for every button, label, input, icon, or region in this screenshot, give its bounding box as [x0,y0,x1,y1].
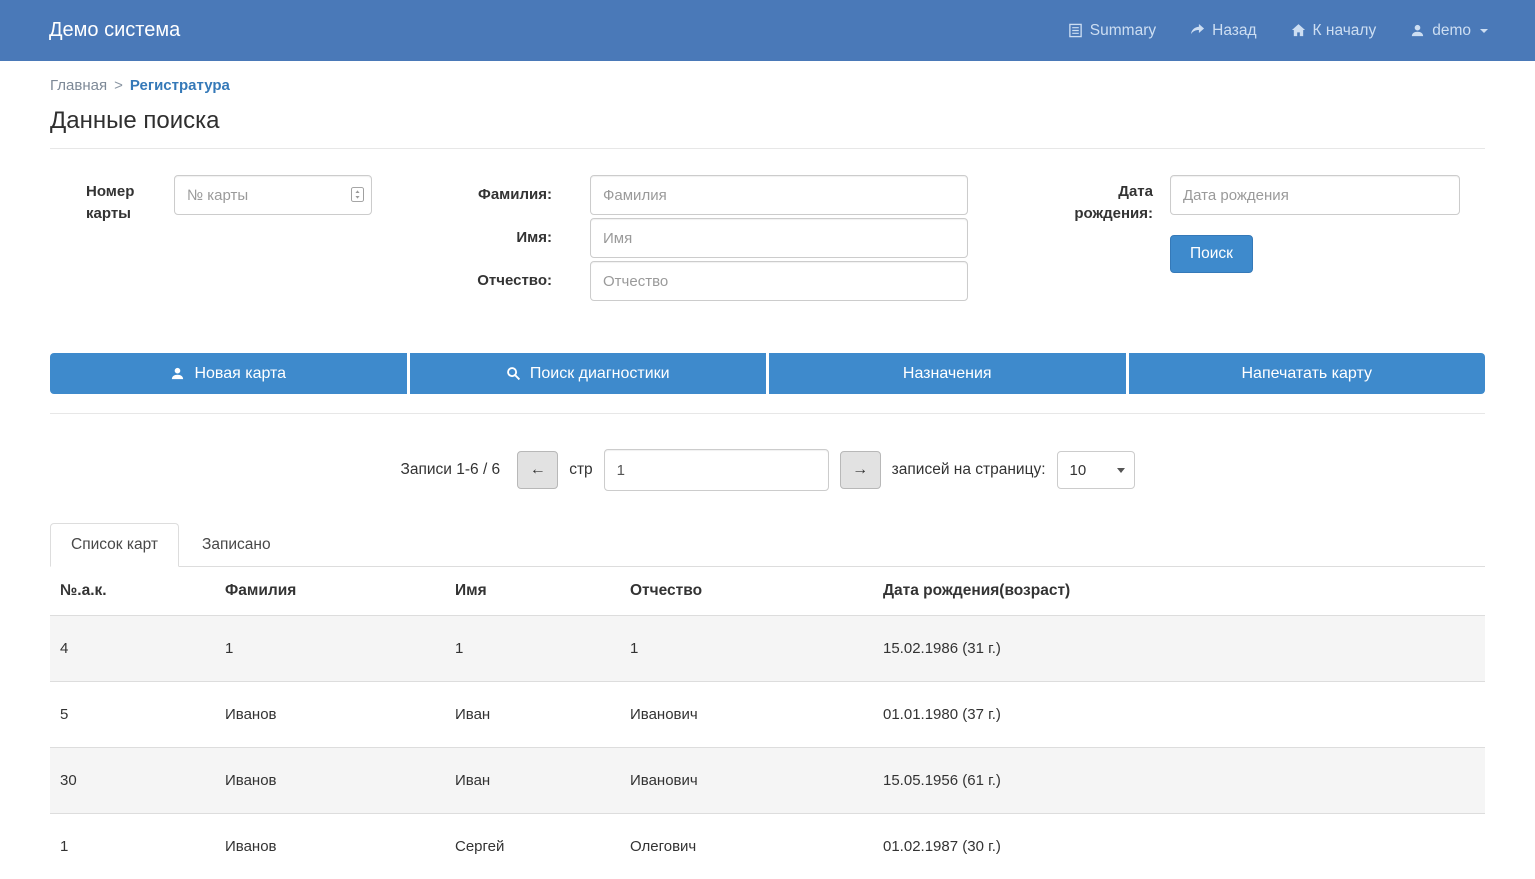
middle-name-input[interactable] [590,261,968,301]
page-container: Главная > Регистратура Данные поиска Ном… [0,61,1535,879]
top-navbar: Демо система Summary Назад К началу demo [0,0,1535,61]
birth-date-label: Дата рождения: [1068,181,1153,301]
breadcrumb: Главная > Регистратура [50,61,1485,94]
first-name-label: Имя: [462,227,552,249]
last-name-row: Фамилия: [462,175,968,215]
page-label: стр [569,461,592,479]
birth-date-col: Поиск [1170,175,1460,301]
next-page-button[interactable]: → [840,451,881,489]
cell-last-name: Иванов [215,682,445,748]
card-number-group: Номер карты [86,175,372,301]
action-bar-divider [50,413,1485,414]
middle-name-label: Отчество: [462,270,552,292]
birth-date-group: Дата рождения: Поиск [1068,175,1460,301]
tab-card-list[interactable]: Список карт [50,523,179,567]
card-number-input[interactable] [174,175,372,215]
page-number-input[interactable] [604,449,829,491]
breadcrumb-current[interactable]: Регистратура [130,77,230,94]
birth-date-input[interactable] [1170,175,1460,215]
cell-middle-name: Олегович [620,814,873,879]
cell-last-name: Иванов [215,748,445,814]
header-birth-date: Дата рождения(возраст) [873,567,1485,616]
cell-first-name: Иван [445,682,620,748]
nav-user-label: demo [1432,22,1471,40]
cell-middle-name: Иванович [620,682,873,748]
table-header-row: №.а.к. Фамилия Имя Отчество Дата рождени… [50,567,1485,616]
nav-summary[interactable]: Summary [1068,22,1156,40]
cell-birth-date: 01.02.1987 (30 г.) [873,814,1485,879]
pagination: Записи 1-6 / 6 ← стр → записей на страни… [50,449,1485,491]
diagnostics-search-button[interactable]: Поиск диагностики [410,353,767,394]
number-spinner-icon [351,187,364,206]
search-form: Номер карты Фамилия: Имя: Отчество: [50,149,1485,301]
home-icon [1291,23,1306,38]
prev-page-button[interactable]: ← [517,451,558,489]
search-icon [506,366,521,381]
card-number-label: Номер карты [86,181,148,301]
cards-table: №.а.к. Фамилия Имя Отчество Дата рождени… [50,567,1485,879]
table-row[interactable]: 30 Иванов Иван Иванович 15.05.1956 (61 г… [50,748,1485,814]
new-card-label: Новая карта [194,365,286,383]
diagnostics-search-label: Поиск диагностики [530,365,670,383]
header-first-name: Имя [445,567,620,616]
appointments-label: Назначения [903,365,992,383]
cell-card-number: 1 [50,814,215,879]
nav-summary-label: Summary [1090,22,1156,40]
header-card-number: №.а.к. [50,567,215,616]
back-arrow-icon [1190,23,1205,38]
cell-last-name: Иванов [215,814,445,879]
user-icon [1410,23,1425,38]
cell-birth-date: 15.02.1986 (31 г.) [873,616,1485,682]
records-count-label: Записи 1-6 / 6 [400,461,500,479]
cell-middle-name: 1 [620,616,873,682]
cell-birth-date: 01.01.1980 (37 г.) [873,682,1485,748]
nav-home-label: К началу [1313,22,1377,40]
app-brand[interactable]: Демо система [49,19,180,42]
cell-last-name: 1 [215,616,445,682]
tab-recorded[interactable]: Записано [181,523,292,567]
breadcrumb-separator: > [114,77,123,94]
first-name-input[interactable] [590,218,968,258]
nav-user-menu[interactable]: demo [1410,22,1488,40]
per-page-select-wrap: 10 [1057,451,1135,489]
cell-first-name: Сергей [445,814,620,879]
summary-icon [1068,23,1083,38]
per-page-label: записей на страницу: [892,461,1046,479]
per-page-select[interactable]: 10 [1057,451,1135,489]
print-card-button[interactable]: Напечатать карту [1129,353,1486,394]
cell-birth-date: 15.05.1956 (61 г.) [873,748,1485,814]
navbar-right: Summary Назад К началу demo [1068,22,1488,40]
new-card-button[interactable]: Новая карта [50,353,407,394]
table-row[interactable]: 1 Иванов Сергей Олегович 01.02.1987 (30 … [50,814,1485,879]
cell-first-name: Иван [445,748,620,814]
user-icon [170,366,185,381]
search-button[interactable]: Поиск [1170,235,1253,273]
table-row[interactable]: 4 1 1 1 15.02.1986 (31 г.) [50,616,1485,682]
action-bar: Новая карта Поиск диагностики Назначения… [50,353,1485,394]
cell-first-name: 1 [445,616,620,682]
result-tabs: Список карт Записано [50,523,1485,567]
nav-back[interactable]: Назад [1190,22,1256,40]
cell-middle-name: Иванович [620,748,873,814]
last-name-input[interactable] [590,175,968,215]
cell-card-number: 4 [50,616,215,682]
nav-back-label: Назад [1212,22,1256,40]
header-middle-name: Отчество [620,567,873,616]
middle-name-row: Отчество: [462,261,968,301]
chevron-down-icon [1480,29,1488,33]
last-name-label: Фамилия: [462,184,552,206]
first-name-row: Имя: [462,218,968,258]
breadcrumb-home[interactable]: Главная [50,77,107,94]
card-number-wrap [174,175,372,301]
cell-card-number: 5 [50,682,215,748]
cell-card-number: 30 [50,748,215,814]
print-card-label: Напечатать карту [1242,365,1372,383]
appointments-button[interactable]: Назначения [769,353,1126,394]
name-fields-group: Фамилия: Имя: Отчество: [462,175,968,301]
table-row[interactable]: 5 Иванов Иван Иванович 01.01.1980 (37 г.… [50,682,1485,748]
nav-home[interactable]: К началу [1291,22,1377,40]
header-last-name: Фамилия [215,567,445,616]
page-title: Данные поиска [50,107,1485,135]
